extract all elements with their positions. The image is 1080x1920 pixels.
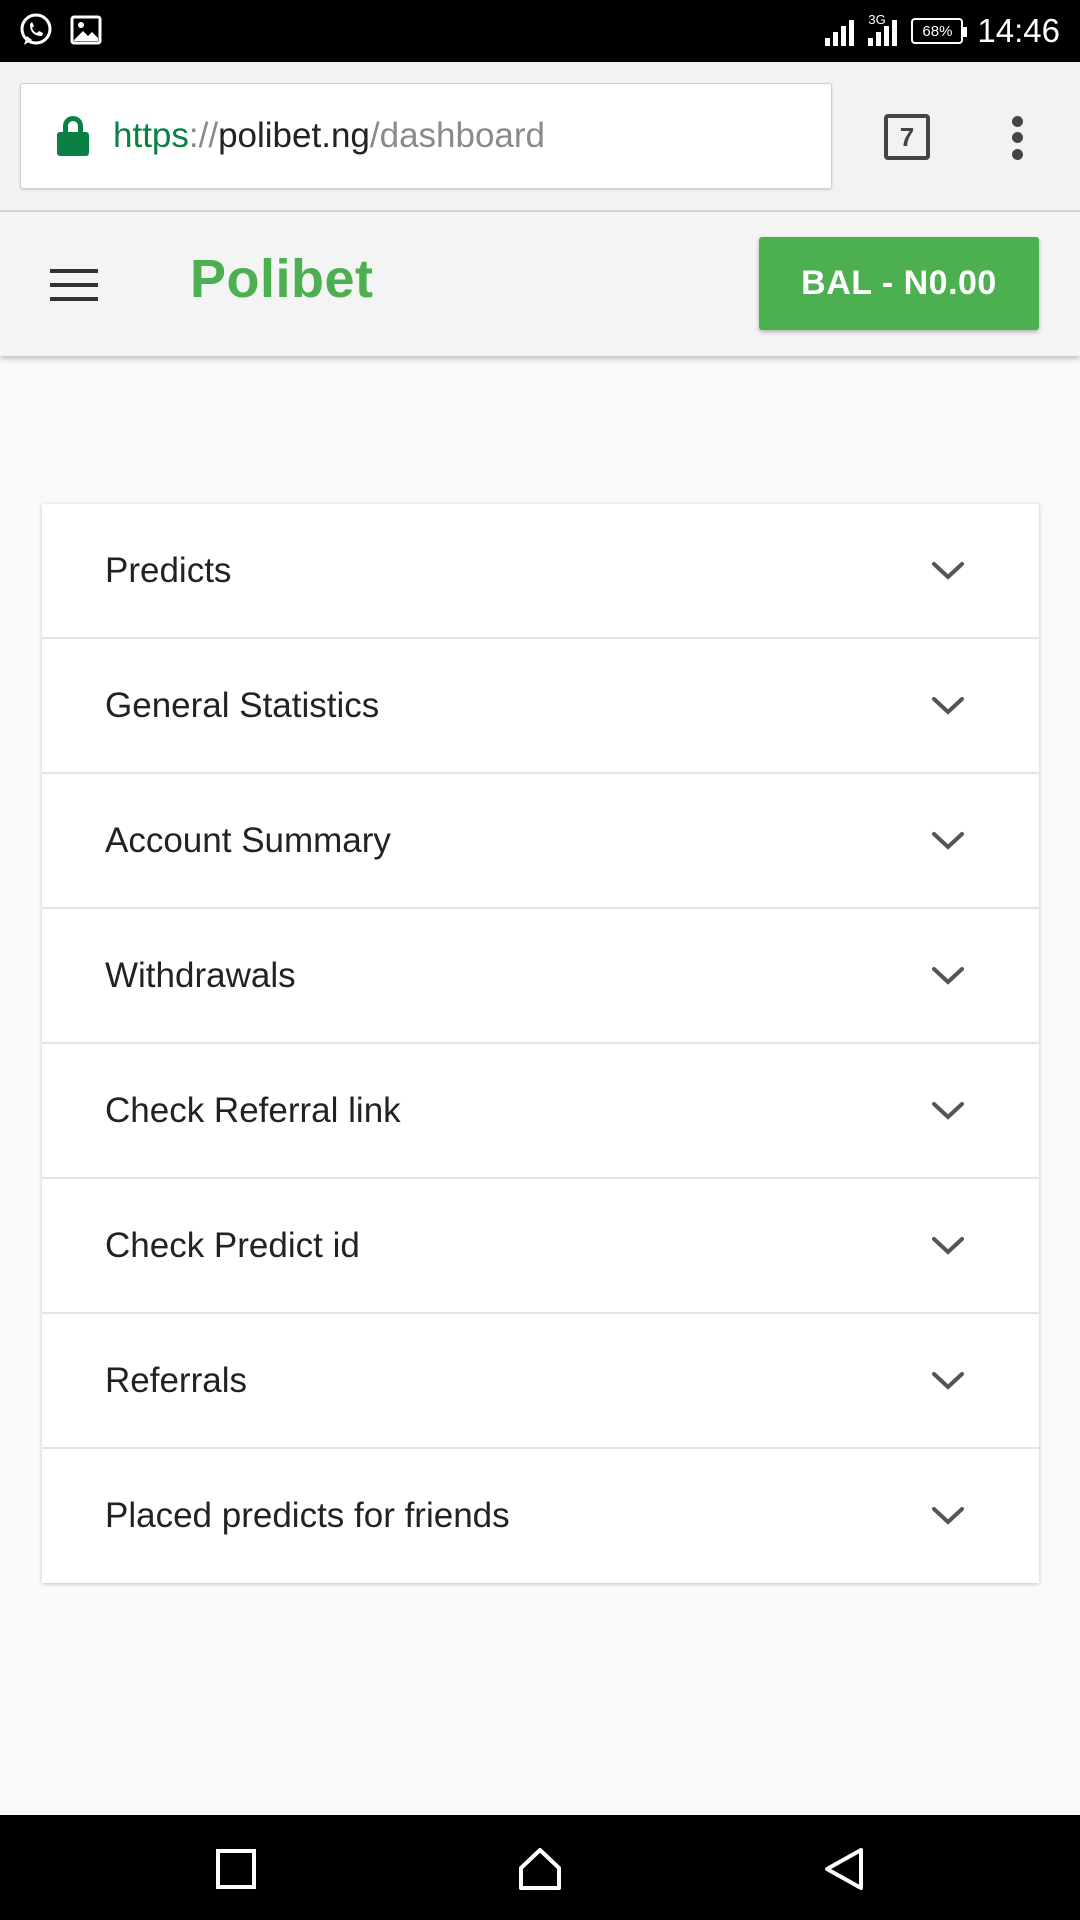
home-button[interactable] [510, 1839, 570, 1899]
app-header: Polibet BAL - N0.00 [0, 212, 1080, 356]
home-icon [519, 1848, 561, 1890]
chevron-down-icon [932, 1371, 964, 1390]
accordion-item-predicts[interactable]: Predicts [42, 504, 1039, 639]
tab-switcher-button[interactable]: 7 [884, 114, 930, 160]
back-button[interactable] [814, 1839, 874, 1899]
accordion-item-account-summary[interactable]: Account Summary [42, 774, 1039, 909]
battery-icon: 68% [911, 18, 968, 44]
dashboard-accordion: Predicts General Statistics Account Summ… [42, 504, 1039, 1583]
accordion-item-placed-predicts-for-friends[interactable]: Placed predicts for friends [42, 1449, 1039, 1583]
chevron-down-icon [932, 831, 964, 850]
accordion-label: Placed predicts for friends [105, 1496, 510, 1535]
chevron-down-icon [932, 966, 964, 985]
accordion-label: Withdrawals [105, 955, 296, 995]
system-status: 3G 68% 14:46 [825, 0, 1060, 62]
chevron-down-icon [932, 1236, 964, 1255]
notification-icons [18, 12, 102, 48]
accordion-label: Account Summary [105, 820, 391, 860]
accordion-item-referrals[interactable]: Referrals [42, 1314, 1039, 1449]
signal-icon [825, 16, 855, 46]
chevron-down-icon [932, 1101, 964, 1120]
browser-toolbar: https://polibet.ng/dashboard 7 [0, 62, 1080, 212]
hamburger-menu-icon[interactable] [50, 269, 98, 301]
accordion-label: General Statistics [105, 685, 380, 725]
url-host: polibet.ng [218, 116, 370, 155]
signal-3g-icon: 3G [868, 12, 898, 46]
accordion-item-withdrawals[interactable]: Withdrawals [42, 909, 1039, 1044]
image-icon [70, 15, 102, 45]
url-path: /dashboard [369, 116, 546, 155]
whatsapp-icon [20, 13, 52, 45]
accordion-label: Check Predict id [105, 1225, 360, 1265]
url-scheme: https [113, 116, 189, 155]
lock-icon[interactable] [57, 116, 89, 156]
address-bar[interactable]: https://polibet.ng/dashboard [20, 83, 832, 189]
status-time: 14:46 [977, 12, 1060, 49]
accordion-label: Referrals [105, 1360, 247, 1400]
accordion-label: Check Referral link [105, 1090, 401, 1130]
chevron-down-icon [932, 696, 964, 715]
back-triangle-icon [825, 1848, 863, 1890]
status-bar: 3G 68% 14:46 [0, 0, 1080, 62]
accordion-item-check-predict-id[interactable]: Check Predict id [42, 1179, 1039, 1314]
accordion-label: Predicts [105, 550, 232, 590]
brand-logo[interactable]: Polibet [190, 248, 374, 310]
more-options-icon[interactable] [1012, 116, 1024, 160]
square-icon [216, 1849, 256, 1889]
chevron-down-icon [932, 1507, 964, 1525]
url-text[interactable]: https://polibet.ng/dashboard [113, 116, 545, 156]
balance-button[interactable]: BAL - N0.00 [759, 237, 1039, 330]
recent-apps-button[interactable] [206, 1839, 266, 1899]
accordion-item-check-referral-link[interactable]: Check Referral link [42, 1044, 1039, 1179]
chevron-down-icon [932, 561, 964, 580]
system-navigation-bar [0, 1815, 1080, 1920]
url-separator: :// [188, 116, 219, 155]
network-type-label: 3G [868, 12, 886, 27]
accordion-item-general-statistics[interactable]: General Statistics [42, 639, 1039, 774]
